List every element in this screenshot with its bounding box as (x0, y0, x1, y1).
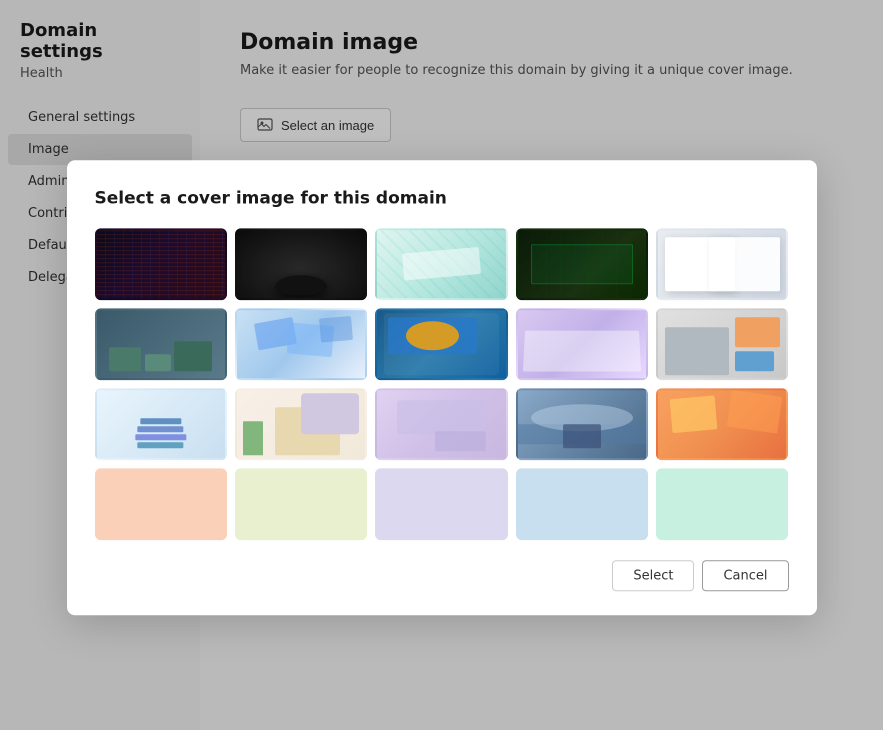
image-option-13[interactable] (375, 388, 507, 460)
image-option-5[interactable] (656, 228, 788, 300)
color-option-lavender[interactable] (375, 468, 507, 540)
image-option-3[interactable] (375, 228, 507, 300)
image-option-1[interactable] (95, 228, 227, 300)
select-button[interactable]: Select (612, 560, 694, 591)
color-option-light-blue[interactable] (516, 468, 648, 540)
image-option-12[interactable] (235, 388, 367, 460)
image-option-9[interactable] (516, 308, 648, 380)
image-option-4[interactable] (516, 228, 648, 300)
image-option-10[interactable] (656, 308, 788, 380)
image-grid (95, 228, 789, 540)
image-option-6[interactable] (95, 308, 227, 380)
cancel-button[interactable]: Cancel (702, 560, 788, 591)
image-option-7[interactable] (235, 308, 367, 380)
image-picker-modal: Select a cover image for this domain (67, 160, 817, 615)
image-option-11[interactable] (95, 388, 227, 460)
image-option-14[interactable] (516, 388, 648, 460)
image-option-15[interactable] (656, 388, 788, 460)
image-option-2[interactable] (235, 228, 367, 300)
color-option-peach[interactable] (95, 468, 227, 540)
color-option-light-green[interactable] (235, 468, 367, 540)
modal-title: Select a cover image for this domain (95, 188, 789, 208)
color-option-mint[interactable] (656, 468, 788, 540)
image-option-8[interactable] (375, 308, 507, 380)
modal-footer: Select Cancel (95, 560, 789, 591)
